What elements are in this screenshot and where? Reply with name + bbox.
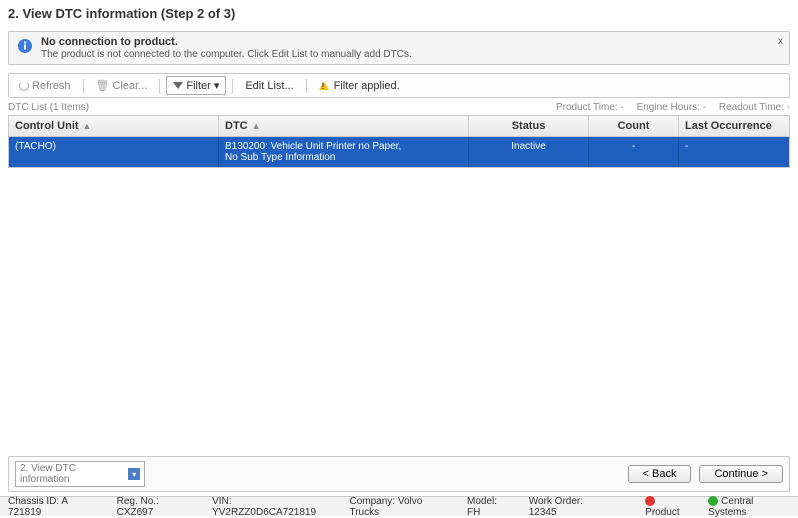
- col-control-unit[interactable]: Control Unit ▲: [9, 116, 219, 136]
- engine-hours: Engine Hours: -: [637, 102, 706, 113]
- page-title: 2. View DTC information (Step 2 of 3): [8, 6, 790, 21]
- footer-nav: 2. View DTC information ▾ < Back Continu…: [8, 456, 790, 492]
- info-text: No connection to product. The product is…: [41, 36, 412, 60]
- filter-dropdown[interactable]: Filter ▾: [166, 76, 226, 95]
- info-subtitle: The product is not connected to the comp…: [41, 49, 412, 60]
- col-last-occurrence[interactable]: Last Occurrence: [679, 116, 789, 136]
- separator: [306, 79, 307, 93]
- step-selector[interactable]: 2. View DTC information ▾: [15, 461, 145, 487]
- status-model: Model: FH: [467, 496, 511, 518]
- filter-applied-text: Filter applied.: [334, 80, 400, 92]
- table-header: Control Unit ▲ DTC ▲ Status Count Last Occ…: [9, 116, 789, 137]
- dtc-list-count: DTC List (1 Items): [8, 102, 89, 113]
- sort-icon: ▲: [83, 121, 92, 131]
- trash-icon: 🗑: [96, 79, 110, 92]
- chevron-down-icon: ▾: [128, 468, 140, 480]
- cell-control-unit: (TACHO): [9, 137, 219, 167]
- dtc-line1: B130200: Vehicle Unit Printer no Paper,: [225, 141, 401, 152]
- info-icon: [17, 38, 33, 54]
- edit-list-button[interactable]: Edit List...: [239, 78, 299, 94]
- refresh-icon: [19, 81, 29, 91]
- col-control-unit-label: Control Unit: [15, 120, 79, 132]
- separator: [159, 79, 160, 93]
- dtc-table: Control Unit ▲ DTC ▲ Status Count Last Occ…: [8, 115, 790, 168]
- meta-row: DTC List (1 Items) Product Time: - Engin…: [8, 102, 790, 113]
- refresh-label: Refresh: [32, 80, 71, 92]
- status-reg: Reg. No.: CXZ697: [117, 496, 194, 518]
- status-product: Product: [645, 496, 690, 518]
- cell-status: Inactive: [469, 137, 589, 167]
- warning-icon: [319, 81, 329, 90]
- separator: [232, 79, 233, 93]
- col-status[interactable]: Status: [469, 116, 589, 136]
- cell-count: -: [589, 137, 679, 167]
- status-company: Company: Volvo Trucks: [349, 496, 449, 518]
- col-last-label: Last Occurrence: [685, 120, 772, 132]
- nav-buttons: < Back Continue >: [628, 465, 783, 483]
- status-bar: Chassis ID: A 721819 Reg. No.: CXZ697 VI…: [0, 496, 798, 516]
- readout-time: Readout Time: -: [719, 102, 790, 113]
- status-workorder: Work Order: 12345: [529, 496, 609, 518]
- funnel-icon: [173, 82, 183, 89]
- col-count[interactable]: Count: [589, 116, 679, 136]
- filter-applied-label: Filter applied.: [313, 78, 406, 94]
- refresh-button[interactable]: Refresh: [13, 78, 77, 94]
- info-banner: No connection to product. The product is…: [8, 31, 790, 65]
- toolbar: Refresh 🗑Clear... Filter ▾ Edit List... …: [8, 73, 790, 98]
- clear-label: Clear...: [113, 80, 148, 92]
- col-status-label: Status: [512, 120, 546, 132]
- meta-right: Product Time: - Engine Hours: - Readout …: [546, 102, 790, 113]
- product-status-icon: [645, 496, 655, 506]
- info-title: No connection to product.: [41, 36, 178, 48]
- col-count-label: Count: [618, 120, 650, 132]
- cell-last: -: [679, 137, 789, 167]
- back-button[interactable]: < Back: [628, 465, 692, 483]
- status-central: Central Systems: [708, 496, 790, 518]
- status-vin: VIN: YV2RZZ0D6CA721819: [212, 496, 331, 518]
- central-status-icon: [708, 496, 718, 506]
- status-chassis: Chassis ID: A 721819: [8, 496, 99, 518]
- col-dtc[interactable]: DTC ▲: [219, 116, 469, 136]
- chevron-down-icon: ▾: [214, 79, 220, 92]
- product-time: Product Time: -: [556, 102, 624, 113]
- cell-dtc: B130200: Vehicle Unit Printer no Paper, …: [219, 137, 469, 167]
- step-label: 2. View DTC information: [20, 463, 124, 485]
- table-row[interactable]: (TACHO) B130200: Vehicle Unit Printer no…: [9, 137, 789, 167]
- clear-button[interactable]: 🗑Clear...: [90, 77, 154, 94]
- filter-label: Filter: [186, 80, 210, 92]
- col-dtc-label: DTC: [225, 120, 248, 132]
- page-header: 2. View DTC information (Step 2 of 3): [0, 0, 798, 27]
- close-icon[interactable]: x: [778, 36, 783, 47]
- continue-button[interactable]: Continue >: [699, 465, 783, 483]
- sort-icon: ▲: [252, 121, 261, 131]
- separator: [83, 79, 84, 93]
- dtc-line2: No Sub Type Information: [225, 152, 462, 163]
